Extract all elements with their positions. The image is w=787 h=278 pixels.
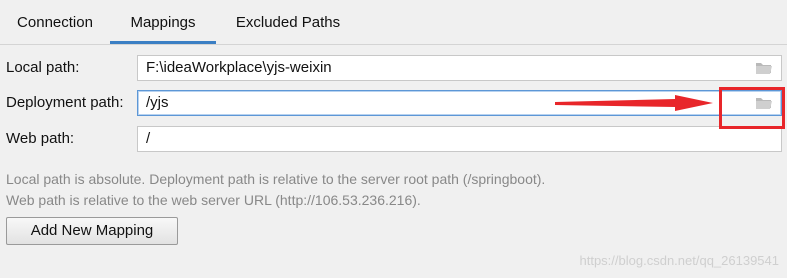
annotation-arrow xyxy=(555,95,713,111)
tab-connection[interactable]: Connection xyxy=(0,0,110,44)
hint-web-path: Web path is relative to the web server U… xyxy=(6,192,421,208)
tab-divider xyxy=(0,44,787,45)
tab-bar: Connection Mappings Excluded Paths xyxy=(0,0,787,44)
web-path-label: Web path: xyxy=(6,130,75,147)
tab-mappings[interactable]: Mappings xyxy=(110,0,216,44)
deployment-path-value: /yjs xyxy=(146,94,169,111)
tab-excluded-paths[interactable]: Excluded Paths xyxy=(218,0,358,44)
web-path-field[interactable]: / xyxy=(137,126,782,152)
folder-icon[interactable] xyxy=(755,61,773,75)
web-path-value: / xyxy=(146,130,151,147)
local-path-value: F:\ideaWorkplace\yjs-weixin xyxy=(146,59,332,76)
deployment-path-label: Deployment path: xyxy=(6,94,124,111)
watermark: https://blog.csdn.net/qq_26139541 xyxy=(579,253,780,268)
local-path-label: Local path: xyxy=(6,59,80,76)
hint-local-deployment: Local path is absolute. Deployment path … xyxy=(6,171,546,187)
annotation-highlight-box xyxy=(719,87,785,129)
local-path-field[interactable]: F:\ideaWorkplace\yjs-weixin xyxy=(137,55,782,81)
add-new-mapping-button[interactable]: Add New Mapping xyxy=(6,217,178,245)
